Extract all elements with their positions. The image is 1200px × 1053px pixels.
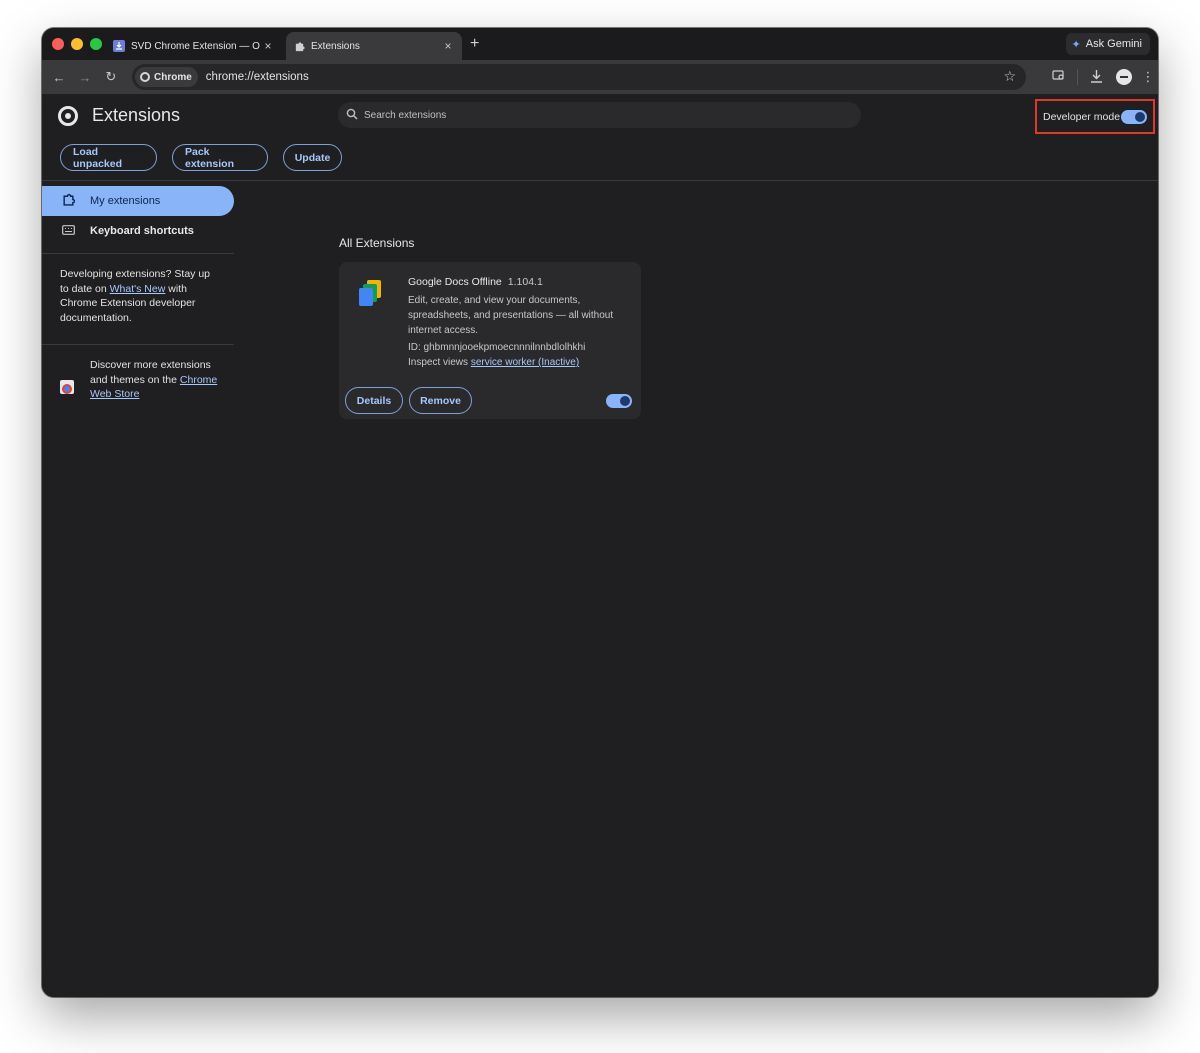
tab-search-icon[interactable] — [1045, 69, 1073, 85]
bookmark-star-icon[interactable]: ☆ — [1003, 68, 1016, 85]
web-store-note: Discover more extensions and themes on t… — [90, 358, 220, 402]
ask-gemini-button[interactable]: ✦ Ask Gemini — [1065, 33, 1150, 55]
puzzle-icon — [293, 40, 305, 52]
section-title: All Extensions — [339, 236, 415, 250]
more-menu-icon[interactable]: ⋮ — [1138, 69, 1158, 85]
tab-extensions[interactable]: Extensions × — [286, 32, 462, 60]
load-unpacked-button[interactable]: Load unpacked — [60, 144, 157, 171]
sidebar-item-label: Keyboard shortcuts — [90, 225, 194, 237]
service-worker-link[interactable]: service worker (Inactive) — [471, 357, 579, 368]
whats-new-link[interactable]: What's New — [110, 283, 166, 295]
sidebar-item-keyboard-shortcuts[interactable]: Keyboard shortcuts — [42, 216, 234, 246]
tab-title: Extensions — [311, 40, 360, 52]
site-chip[interactable]: Chrome — [135, 67, 198, 87]
inspect-views-label: Inspect views — [408, 357, 469, 368]
tab-title: SVD Chrome Extension — On — [131, 40, 260, 52]
chrome-icon — [140, 72, 150, 82]
sidebar-divider — [42, 253, 234, 254]
sidebar-item-label: My extensions — [90, 195, 161, 207]
forward-arrow-icon[interactable]: → — [72, 70, 98, 85]
developer-mode-highlight: Developer mode — [1035, 99, 1155, 134]
toggle-knob — [1135, 111, 1145, 122]
url-text[interactable]: chrome://extensions — [206, 71, 309, 83]
search-bar[interactable] — [338, 102, 861, 128]
extension-card: Google Docs Offline 1.104.1 Edit, create,… — [339, 262, 641, 419]
ask-gemini-label: Ask Gemini — [1085, 38, 1142, 50]
chrome-logo-icon — [58, 106, 78, 126]
extension-name: Google Docs Offline 1.104.1 — [408, 276, 543, 288]
header-divider — [42, 180, 1158, 181]
close-tab-icon[interactable]: × — [260, 39, 276, 53]
site-chip-label: Chrome — [154, 71, 192, 83]
browser-window: SVD Chrome Extension — On × Extensions ×… — [42, 28, 1158, 997]
minimize-window-button[interactable] — [71, 38, 83, 50]
reload-icon[interactable]: ↻ — [98, 69, 124, 85]
google-docs-icon — [359, 280, 385, 306]
extension-id: ID: ghbmnnjooekpmoecnnnilnnbdlolhkhi — [408, 342, 586, 353]
extensions-page: Extensions Developer mode Load unpacked … — [42, 94, 1158, 997]
update-button[interactable]: Update — [283, 144, 342, 171]
extension-description: Edit, create, and view your documents, s… — [408, 295, 614, 336]
page-title: Extensions — [92, 105, 181, 125]
search-icon — [346, 108, 358, 123]
details-button[interactable]: Details — [345, 387, 403, 414]
browser-toolbar: ← → ↻ Chrome chrome://extensions ☆ ⋮ — [42, 60, 1158, 94]
close-window-button[interactable] — [52, 38, 64, 50]
download-icon — [113, 40, 125, 52]
sidebar-item-my-extensions[interactable]: My extensions — [42, 186, 234, 216]
extension-version: 1.104.1 — [507, 276, 543, 288]
developer-mode-toggle[interactable] — [1121, 109, 1147, 124]
gemini-sparkle-icon: ✦ — [1071, 38, 1081, 51]
puzzle-icon — [61, 193, 75, 209]
toggle-knob — [620, 396, 630, 406]
back-arrow-icon[interactable]: ← — [46, 70, 72, 85]
tab-strip: SVD Chrome Extension — On × Extensions ×… — [42, 28, 1158, 60]
chrome-web-store-icon — [60, 380, 74, 394]
developer-mode-label: Developer mode — [1043, 110, 1121, 123]
toolbar-divider — [1077, 69, 1078, 85]
sidebar-divider — [42, 344, 234, 345]
search-input[interactable] — [364, 109, 861, 121]
maximize-window-button[interactable] — [90, 38, 102, 50]
close-tab-icon[interactable]: × — [440, 39, 456, 53]
profile-avatar[interactable] — [1116, 69, 1132, 85]
extension-enable-toggle[interactable] — [606, 394, 632, 408]
extension-name-text: Google Docs Offline — [408, 276, 502, 288]
developer-docs-note: Developing extensions? Stay up to date o… — [60, 267, 220, 325]
keyboard-icon — [61, 224, 75, 238]
inspect-views: Inspect views service worker (Inactive) — [408, 357, 579, 368]
tab-svd-extension[interactable]: SVD Chrome Extension — On × — [106, 32, 282, 60]
downloads-icon[interactable] — [1082, 69, 1110, 86]
pack-extension-button[interactable]: Pack extension — [172, 144, 268, 171]
remove-button[interactable]: Remove — [409, 387, 472, 414]
toolbar-right: ⋮ — [1045, 60, 1158, 94]
address-bar[interactable]: Chrome chrome://extensions ☆ — [132, 64, 1026, 90]
new-tab-button[interactable]: + — [470, 35, 479, 53]
